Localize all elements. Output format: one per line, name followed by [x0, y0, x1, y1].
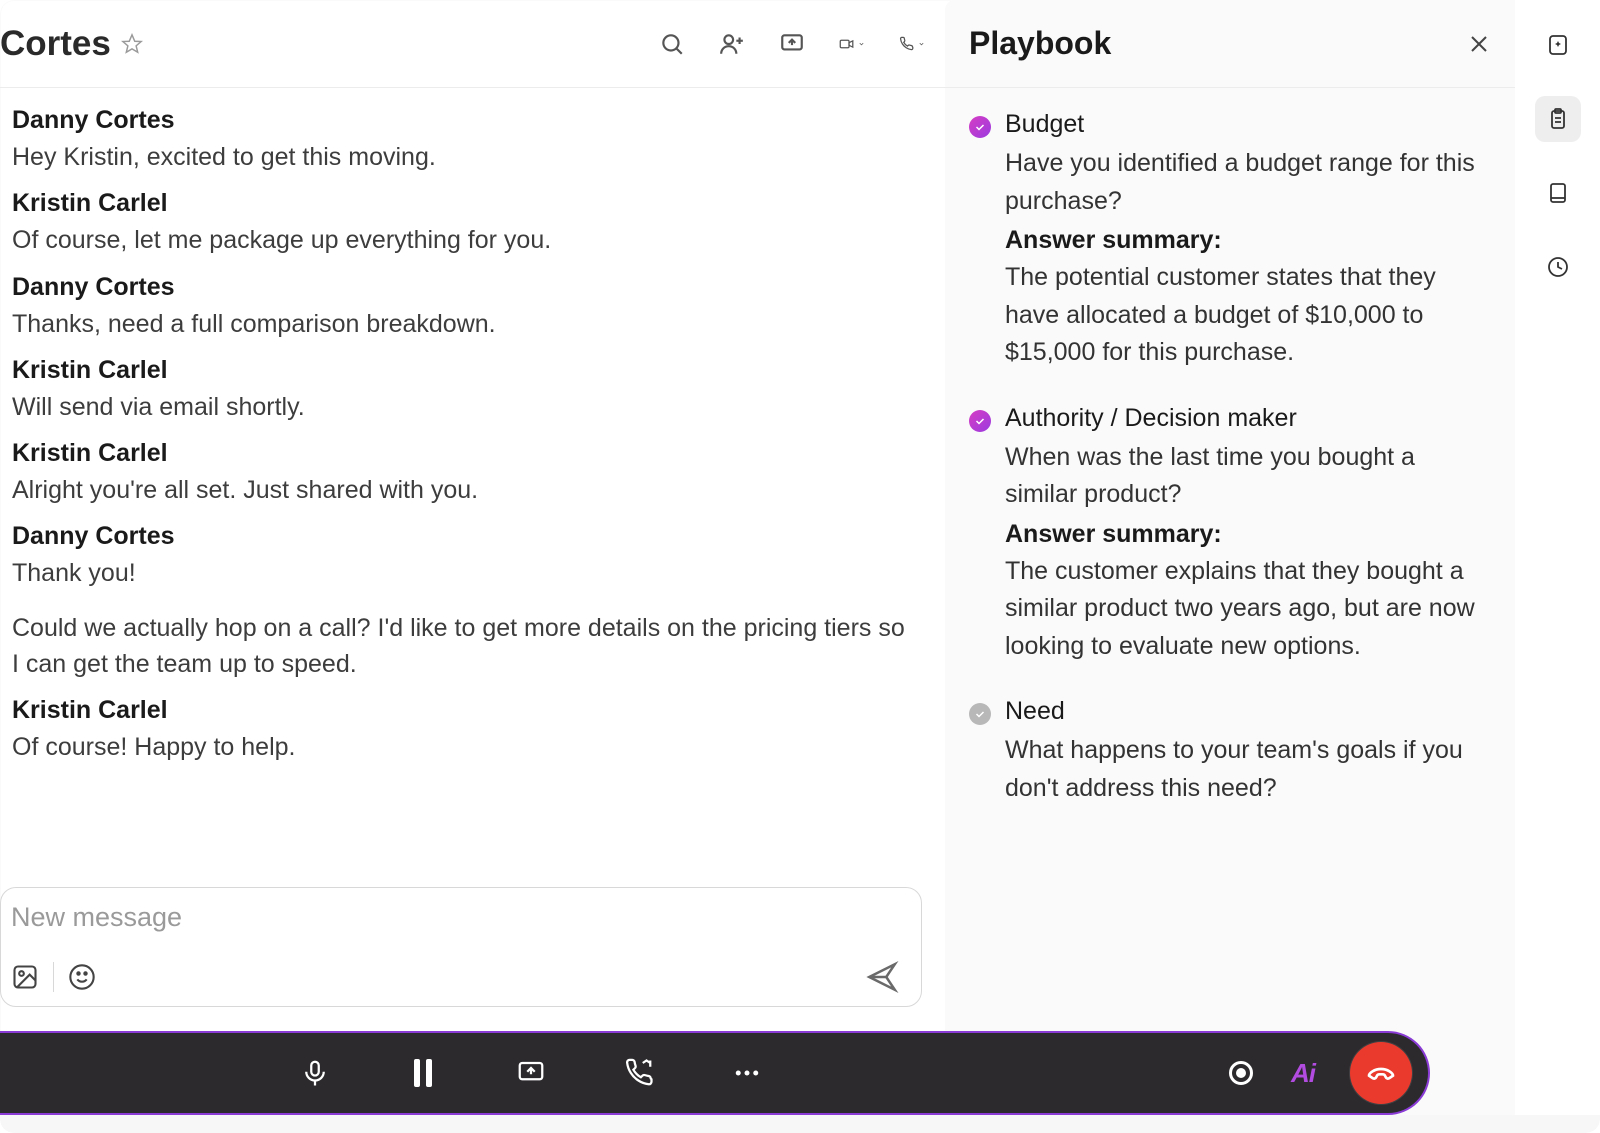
message-body: Of course! Happy to help. — [12, 729, 905, 765]
rail-book-icon[interactable] — [1535, 170, 1581, 216]
message: Kristin Carlel Will send via email short… — [12, 356, 905, 425]
message-body: Thank you! — [12, 555, 905, 591]
composer-placeholder: New message — [11, 902, 899, 933]
header-actions — [659, 31, 925, 57]
divider — [53, 962, 54, 992]
check-done-icon — [969, 410, 991, 432]
message: Danny Cortes Thanks, need a full compari… — [12, 273, 905, 342]
message-list: Danny Cortes Hey Kristin, excited to get… — [0, 88, 945, 765]
message-composer[interactable]: New message — [0, 887, 922, 1007]
playbook-answer-label: Answer summary: — [1005, 226, 1485, 255]
message-sender: Kristin Carlel — [12, 189, 905, 218]
playbook-item-question: When was the last time you bought a simi… — [1005, 439, 1485, 514]
app-card: Cortes Dann — [0, 0, 1600, 1133]
message-body: Hey Kristin, excited to get this moving. — [12, 139, 905, 175]
add-person-icon[interactable] — [719, 31, 745, 57]
message-sender: Danny Cortes — [12, 106, 905, 135]
message-sender: Kristin Carlel — [12, 696, 905, 725]
send-button[interactable] — [865, 960, 899, 994]
message: Danny Cortes Thank you! Could we actuall… — [12, 522, 905, 682]
playbook-answer-label: Answer summary: — [1005, 520, 1485, 549]
hold-pause-icon[interactable] — [408, 1058, 438, 1088]
playbook-item-question: What happens to your team's goals if you… — [1005, 732, 1485, 807]
audio-call-button[interactable] — [899, 31, 925, 57]
check-pending-icon — [969, 703, 991, 725]
message-sender: Kristin Carlel — [12, 356, 905, 385]
message: Kristin Carlel Alright you're all set. J… — [12, 439, 905, 508]
more-options-icon[interactable] — [732, 1058, 762, 1088]
rail-clipboard-icon[interactable] — [1535, 96, 1581, 142]
message-body: Thanks, need a full comparison breakdown… — [12, 306, 905, 342]
playbook-item: Budget Have you identified a budget rang… — [969, 110, 1485, 372]
conversation-column: Cortes Dann — [0, 0, 945, 1133]
playbook-answer-summary: The potential customer states that they … — [1005, 259, 1485, 372]
message-body: Of course, let me package up everything … — [12, 222, 905, 258]
message-body: Alright you're all set. Just shared with… — [12, 472, 905, 508]
playbook-item: Authority / Decision maker When was the … — [969, 404, 1485, 666]
rail-sparkle-icon[interactable] — [1535, 22, 1581, 68]
attach-image-icon[interactable] — [11, 963, 39, 991]
message: Kristin Carlel Of course, let me package… — [12, 189, 905, 258]
conversation-title: Cortes — [0, 24, 111, 64]
chevron-down-icon — [858, 38, 865, 50]
check-done-icon — [969, 116, 991, 138]
message-body: Will send via email shortly. — [12, 389, 905, 425]
right-rail — [1515, 0, 1600, 1133]
playbook-item: Need What happens to your team's goals i… — [969, 697, 1485, 813]
share-screen-icon[interactable] — [516, 1058, 546, 1088]
call-bar: Ai — [0, 1031, 1430, 1115]
rail-history-icon[interactable] — [1535, 244, 1581, 290]
ai-assist-icon[interactable]: Ai — [1288, 1058, 1318, 1088]
message-sender: Danny Cortes — [12, 522, 905, 551]
message-sender: Danny Cortes — [12, 273, 905, 302]
video-call-button[interactable] — [839, 31, 865, 57]
favorite-star-icon[interactable] — [121, 33, 143, 55]
message: Danny Cortes Hey Kristin, excited to get… — [12, 106, 905, 175]
playbook-item-heading: Authority / Decision maker — [1005, 404, 1485, 433]
playbook-answer-summary: The customer explains that they bought a… — [1005, 553, 1485, 666]
message-sender: Kristin Carlel — [12, 439, 905, 468]
record-icon[interactable] — [1226, 1058, 1256, 1088]
playbook-item-heading: Budget — [1005, 110, 1485, 139]
conversation-header: Cortes — [0, 0, 945, 88]
bottom-shade — [0, 1115, 1600, 1133]
mute-mic-icon[interactable] — [300, 1058, 330, 1088]
playbook-header: Playbook — [945, 0, 1515, 88]
search-icon[interactable] — [659, 31, 685, 57]
transfer-call-icon[interactable] — [624, 1058, 654, 1088]
playbook-panel: Playbook Budget Have you identified a bu… — [945, 0, 1515, 1133]
message: Kristin Carlel Of course! Happy to help. — [12, 696, 905, 765]
close-icon[interactable] — [1467, 32, 1491, 56]
chevron-down-icon — [918, 38, 925, 50]
message-body: Could we actually hop on a call? I'd lik… — [12, 610, 905, 683]
playbook-body: Budget Have you identified a budget rang… — [945, 88, 1515, 813]
end-call-button[interactable] — [1350, 1042, 1412, 1104]
playbook-item-question: Have you identified a budget range for t… — [1005, 145, 1485, 220]
screenshare-icon[interactable] — [779, 31, 805, 57]
playbook-title: Playbook — [969, 25, 1111, 62]
emoji-icon[interactable] — [68, 963, 96, 991]
playbook-item-heading: Need — [1005, 697, 1485, 726]
